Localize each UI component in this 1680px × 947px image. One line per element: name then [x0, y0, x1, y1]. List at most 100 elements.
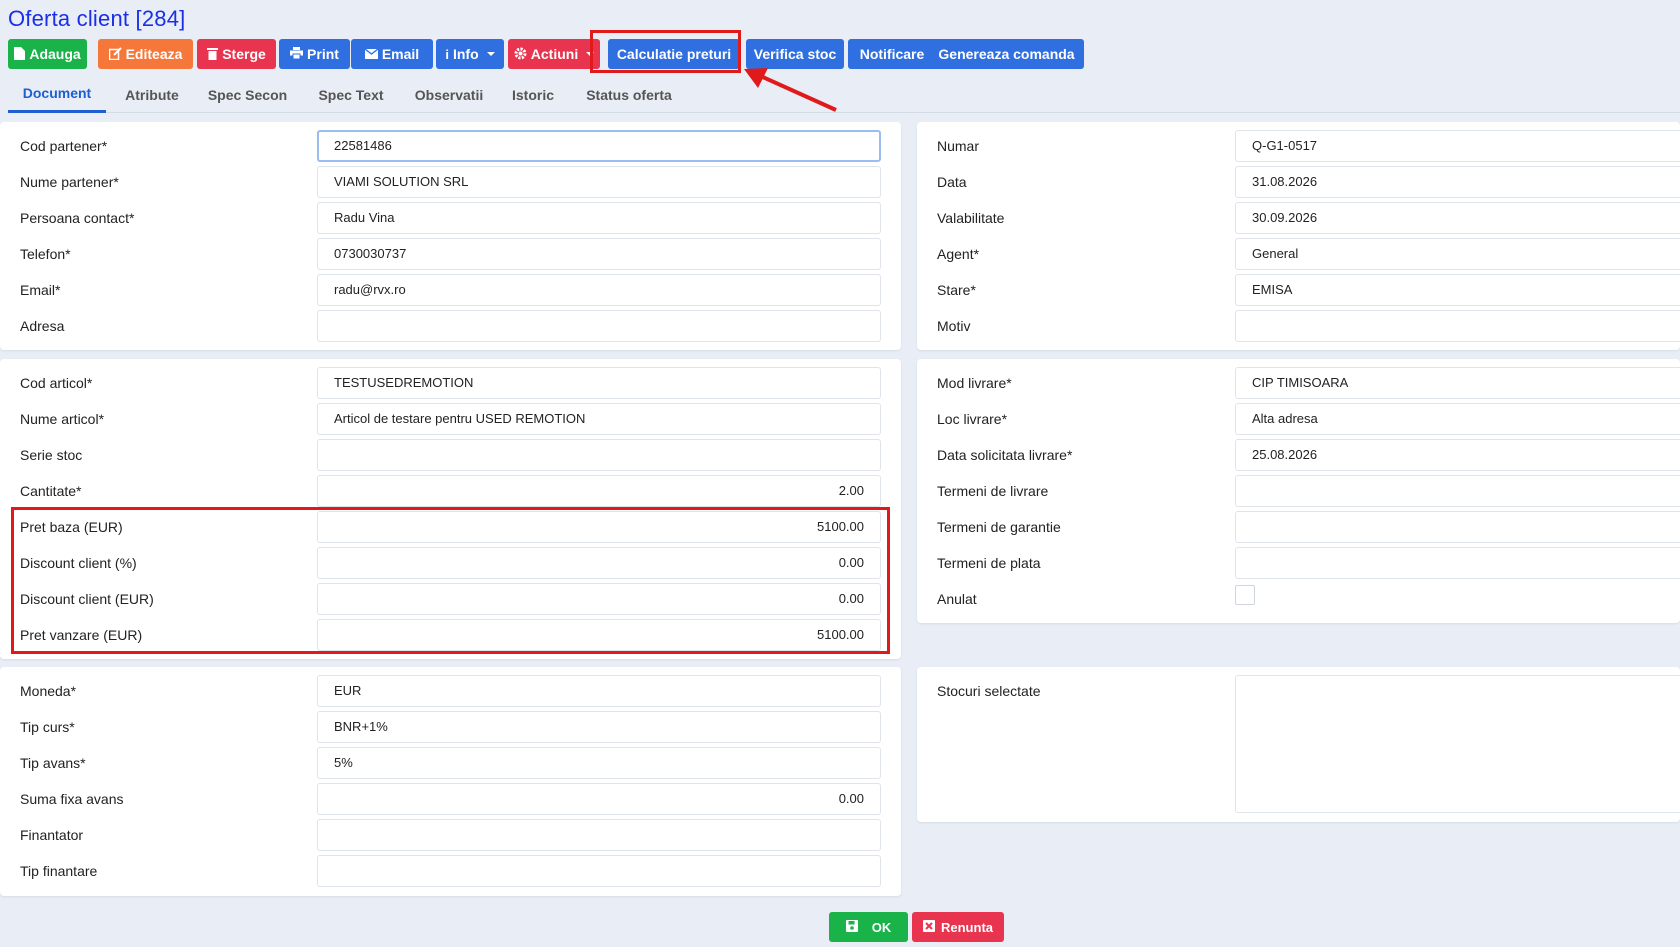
base-price-input[interactable]: 5100.00: [317, 511, 881, 543]
form-row-pret-baza: Pret baza (EUR) 5100.00: [0, 511, 901, 543]
field-label: Tip avans*: [20, 755, 86, 771]
date-input[interactable]: 31.08.2026: [1235, 166, 1680, 198]
ok-button[interactable]: OK: [829, 912, 908, 942]
form-row-agent: Agent* General: [917, 238, 1680, 270]
contact-person-input[interactable]: Radu Vina: [317, 202, 881, 234]
price-calculation-button[interactable]: Calculatie preturi: [608, 39, 740, 69]
delete-button[interactable]: Sterge: [197, 39, 276, 69]
tab-status-oferta[interactable]: Status oferta: [574, 76, 684, 113]
form-row-pret-vanzare: Pret vanzare (EUR) 5100.00: [0, 619, 901, 651]
number-input[interactable]: Q-G1-0517: [1235, 130, 1680, 162]
form-row-data-livrare: Data solicitata livrare* 25.08.2026: [917, 439, 1680, 471]
tab-observatii[interactable]: Observatii: [406, 76, 492, 113]
field-label: Stocuri selectate: [937, 683, 1041, 699]
financier-input[interactable]: [317, 819, 881, 851]
sale-price-input[interactable]: 5100.00: [317, 619, 881, 651]
quantity-input[interactable]: 2.00: [317, 475, 881, 507]
discount-percent-input[interactable]: 0.00: [317, 547, 881, 579]
fixed-advance-input[interactable]: 0.00: [317, 783, 881, 815]
discount-amount-input[interactable]: 0.00: [317, 583, 881, 615]
form-row-persoana-contact: Persoana contact* Radu Vina: [0, 202, 901, 234]
partner-name-input[interactable]: VIAMI SOLUTION SRL: [317, 166, 881, 198]
partner-panel: Cod partener* 22581486 Nume partener* VI…: [0, 122, 901, 350]
stock-series-input[interactable]: [317, 439, 881, 471]
rate-type-select[interactable]: BNR+1%: [317, 711, 881, 743]
field-label: Loc livrare*: [937, 411, 1008, 427]
email-input[interactable]: radu@rvx.ro: [317, 274, 881, 306]
field-label: Motiv: [937, 318, 971, 334]
field-label: Mod livrare*: [937, 375, 1012, 391]
actions-dropdown[interactable]: Actiuni: [508, 39, 600, 69]
generate-order-button[interactable]: Genereaza comanda: [929, 39, 1084, 69]
advance-type-select[interactable]: 5%: [317, 747, 881, 779]
info-dropdown[interactable]: i Info: [436, 39, 504, 69]
print-button[interactable]: Print: [279, 39, 350, 69]
field-label: Tip finantare: [20, 863, 98, 879]
requested-delivery-date-input[interactable]: 25.08.2026: [1235, 439, 1680, 471]
status-select[interactable]: EMISA: [1235, 274, 1680, 306]
form-row-termeni-plata: Termeni de plata: [917, 547, 1680, 579]
gear-icon: [514, 47, 527, 62]
form-row-serie-stoc: Serie stoc: [0, 439, 901, 471]
tab-spec-secon[interactable]: Spec Secon: [200, 76, 295, 113]
selected-stocks-textarea[interactable]: [1235, 675, 1680, 813]
field-label: Data solicitata livrare*: [937, 447, 1073, 463]
tab-spec-text[interactable]: Spec Text: [311, 76, 391, 113]
form-row-anulat: Anulat: [917, 583, 1680, 615]
caret-down-icon: [586, 52, 595, 56]
agent-select[interactable]: General: [1235, 238, 1680, 270]
field-label: Tip curs*: [20, 719, 75, 735]
field-label: Nume articol*: [20, 411, 105, 427]
tab-document[interactable]: Document: [8, 76, 106, 113]
payment-terms-input[interactable]: [1235, 547, 1680, 579]
warranty-terms-input[interactable]: [1235, 511, 1680, 543]
form-row-telefon: Telefon* 0730030737: [0, 238, 901, 270]
close-icon: [923, 919, 935, 935]
form-row-adresa: Adresa: [0, 310, 901, 342]
field-label: Moneda*: [20, 683, 77, 699]
validity-input[interactable]: 30.09.2026: [1235, 202, 1680, 234]
field-label: Pret baza (EUR): [20, 519, 123, 535]
cancel-button[interactable]: Renunta: [912, 912, 1004, 942]
partner-code-input[interactable]: 22581486: [317, 130, 881, 162]
form-row-cod-articol: Cod articol* TESTUSEDREMOTION: [0, 367, 901, 399]
delivery-terms-input[interactable]: [1235, 475, 1680, 507]
form-row-data: Data 31.08.2026: [917, 166, 1680, 198]
address-input[interactable]: [317, 310, 881, 342]
field-label: Finantator: [20, 827, 84, 843]
cancelled-checkbox[interactable]: [1235, 585, 1255, 605]
email-button[interactable]: Email: [351, 39, 433, 69]
delivery-panel: Mod livrare* CIP TIMISOARA Loc livrare* …: [917, 359, 1680, 623]
document-panel: Numar Q-G1-0517 Data 31.08.2026 Valabili…: [917, 122, 1680, 350]
field-label: Telefon*: [20, 246, 71, 262]
add-button[interactable]: Adauga: [8, 39, 87, 69]
print-icon: [290, 47, 304, 61]
tab-bar: Document Atribute Spec Secon Spec Text O…: [8, 76, 1680, 113]
tab-atribute[interactable]: Atribute: [115, 76, 189, 113]
trash-icon: [207, 47, 219, 62]
field-label: Adresa: [20, 318, 65, 334]
edit-icon: [108, 46, 122, 62]
delivery-mode-select[interactable]: CIP TIMISOARA: [1235, 367, 1680, 399]
reason-input[interactable]: [1235, 310, 1680, 342]
file-icon: [14, 46, 26, 62]
delivery-place-select[interactable]: Alta adresa: [1235, 403, 1680, 435]
caret-down-icon: [486, 52, 495, 56]
phone-input[interactable]: 0730030737: [317, 238, 881, 270]
tab-istoric[interactable]: Istoric: [505, 76, 561, 113]
field-label: Stare*: [937, 282, 976, 298]
stock-panel: Stocuri selectate: [917, 667, 1680, 822]
notification-button[interactable]: Notificare: [848, 39, 936, 69]
article-code-input[interactable]: TESTUSEDREMOTION: [317, 367, 881, 399]
check-stock-button[interactable]: Verifica stoc: [746, 39, 844, 69]
form-row-termeni-garantie: Termeni de garantie: [917, 511, 1680, 543]
edit-button[interactable]: Editeaza: [98, 39, 193, 69]
form-row-cod-partener: Cod partener* 22581486: [0, 130, 901, 162]
financing-type-input[interactable]: [317, 855, 881, 887]
currency-select[interactable]: EUR: [317, 675, 881, 707]
article-name-input[interactable]: Articol de testare pentru USED REMOTION: [317, 403, 881, 435]
field-label: Agent*: [937, 246, 980, 262]
form-row-email: Email* radu@rvx.ro: [0, 274, 901, 306]
form-row-tip-avans: Tip avans* 5%: [0, 747, 901, 779]
field-label: Discount client (EUR): [20, 591, 154, 607]
